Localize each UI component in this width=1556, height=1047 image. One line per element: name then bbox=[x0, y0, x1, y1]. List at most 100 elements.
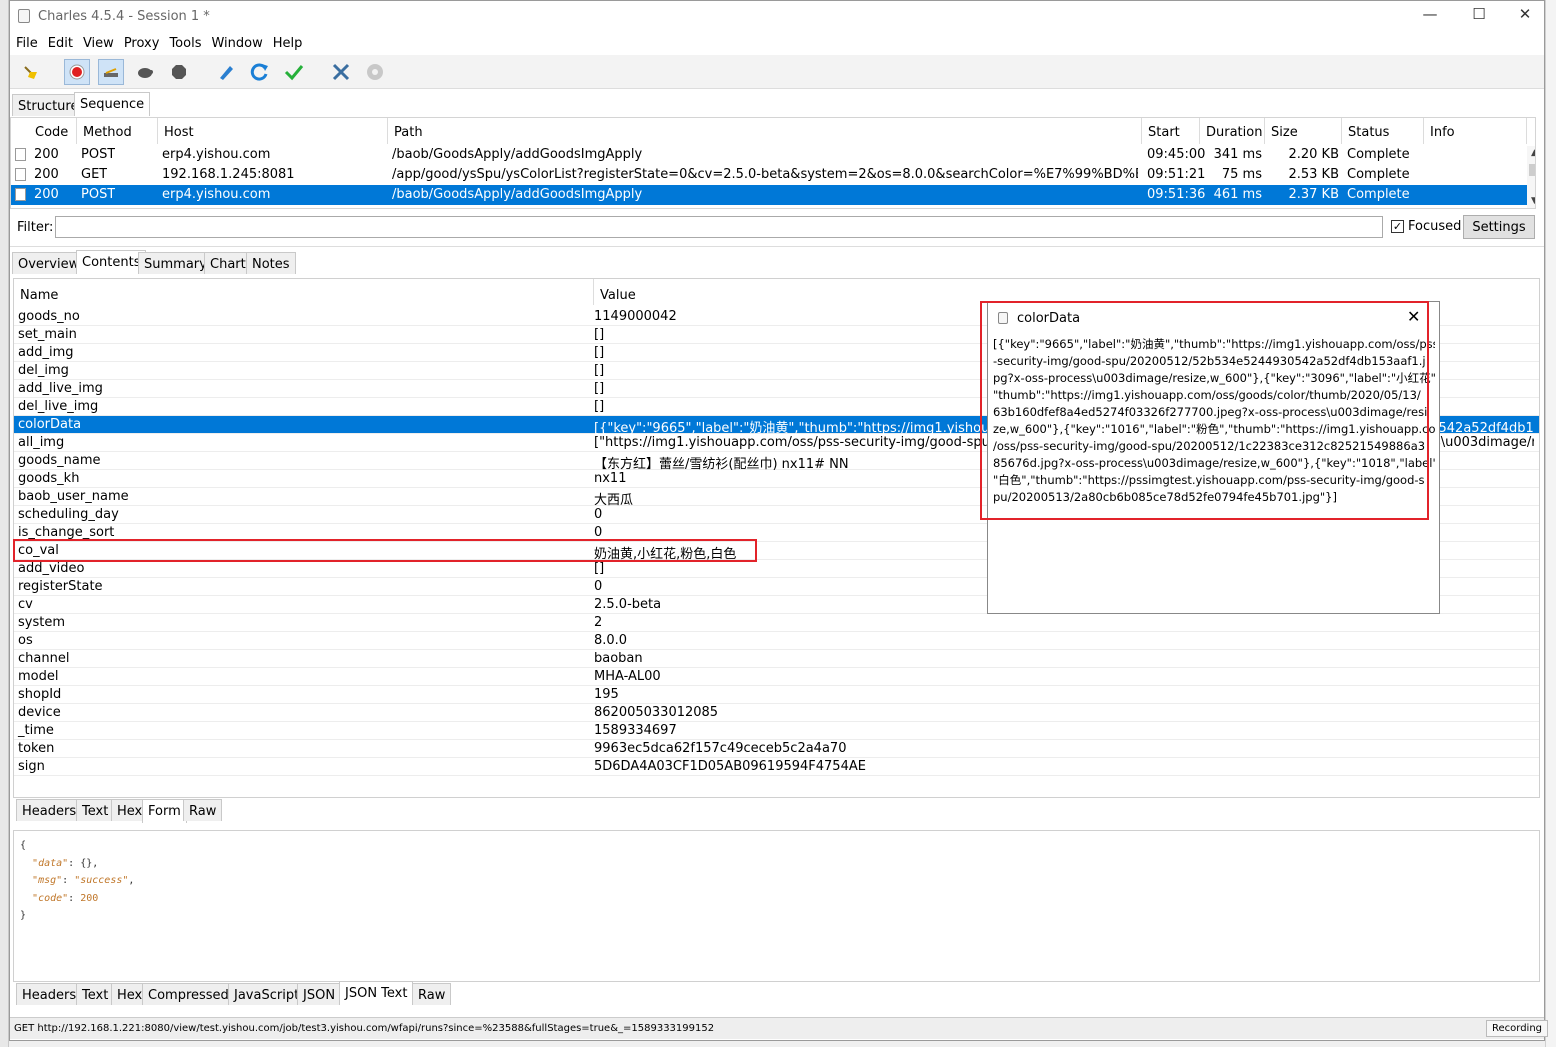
close-window-icon[interactable]: ✕ bbox=[1505, 5, 1545, 27]
menu-view[interactable]: View bbox=[77, 33, 118, 51]
col-info[interactable]: Info bbox=[1424, 118, 1527, 144]
row-size: 2.37 KB bbox=[1288, 187, 1339, 202]
resp-tab-json[interactable]: JSON bbox=[297, 983, 342, 1005]
tab-overview[interactable]: Overview bbox=[12, 252, 86, 274]
recording-indicator[interactable]: Recording bbox=[1486, 1020, 1549, 1037]
scroll-up-icon[interactable]: ▲ bbox=[1531, 148, 1535, 158]
resp-tab-javascript[interactable]: JavaScript bbox=[228, 983, 306, 1005]
row-host: erp4.yishou.com bbox=[162, 187, 271, 202]
table-row[interactable]: 200 POST erp4.yishou.com /baob/GoodsAppl… bbox=[11, 145, 1527, 165]
menu-help[interactable]: Help bbox=[267, 33, 307, 51]
tab-summary[interactable]: Summary bbox=[138, 252, 213, 274]
form-row-name: del_img bbox=[18, 363, 69, 378]
form-row-value: 195 bbox=[594, 687, 619, 702]
table-row-selected[interactable]: 200 POST erp4.yishou.com /baob/GoodsAppl… bbox=[11, 185, 1527, 205]
menu-proxy[interactable]: Proxy bbox=[118, 33, 164, 51]
broom-icon[interactable] bbox=[18, 59, 44, 85]
scroll-thumb[interactable] bbox=[1529, 164, 1535, 176]
req-tab-headers[interactable]: Headers bbox=[16, 799, 83, 821]
tools-icon[interactable] bbox=[328, 59, 354, 85]
resp-tab-compressed[interactable]: Compressed bbox=[142, 983, 235, 1005]
col-path[interactable]: Path bbox=[388, 118, 1142, 144]
row-duration: 341 ms bbox=[1213, 147, 1262, 162]
request-icon bbox=[15, 188, 26, 201]
form-row-value: 5D6DA4A03CF1D05AB09619594F4754AE bbox=[594, 759, 866, 774]
form-row-name: add_video bbox=[18, 561, 85, 576]
form-row-name: all_img bbox=[18, 435, 65, 450]
form-value-header[interactable]: Value bbox=[594, 279, 636, 305]
col-duration[interactable]: Duration bbox=[1200, 118, 1265, 144]
minimize-icon[interactable]: — bbox=[1410, 5, 1450, 27]
form-row-value: 2 bbox=[594, 615, 603, 630]
menu-window[interactable]: Window bbox=[205, 33, 266, 51]
col-start[interactable]: Start bbox=[1142, 118, 1200, 144]
col-status[interactable]: Status bbox=[1342, 118, 1424, 144]
menu-edit[interactable]: Edit bbox=[42, 33, 77, 51]
row-status: Complete bbox=[1347, 187, 1410, 202]
filter-input[interactable] bbox=[55, 216, 1383, 238]
throttle-icon[interactable] bbox=[98, 59, 124, 85]
form-row[interactable]: device 862005033012085 bbox=[14, 704, 1539, 722]
focused-checkbox[interactable]: ✓ bbox=[1391, 220, 1404, 233]
status-text: GET http://192.168.1.221:8080/view/test.… bbox=[14, 1023, 715, 1034]
req-tab-raw[interactable]: Raw bbox=[183, 799, 223, 821]
resp-tab-raw[interactable]: Raw bbox=[412, 983, 452, 1005]
col-code[interactable]: Code bbox=[29, 118, 77, 144]
row-start: 09:45:00 bbox=[1147, 147, 1206, 162]
filter-bar: Filter: ✓ Focused Settings bbox=[10, 213, 1544, 241]
tab-sequence[interactable]: Sequence bbox=[74, 92, 151, 116]
form-row-name: goods_kh bbox=[18, 471, 80, 486]
window-title: Charles 4.5.4 - Session 1 * bbox=[38, 9, 210, 24]
req-tab-text[interactable]: Text bbox=[76, 799, 115, 821]
col-host[interactable]: Host bbox=[158, 118, 388, 144]
stop-icon[interactable] bbox=[166, 59, 192, 85]
menu-tools[interactable]: Tools bbox=[163, 33, 205, 51]
title-bar[interactable]: Charles 4.5.4 - Session 1 * — ☐ ✕ bbox=[10, 1, 1544, 33]
form-row[interactable]: token 9963ec5dca62f157c49ceceb5c2a4a70 bbox=[14, 740, 1539, 758]
turtle-icon[interactable] bbox=[132, 59, 158, 85]
pen-icon[interactable] bbox=[213, 59, 239, 85]
response-json-view[interactable]: { "data": {}, "msg": "success", "code": … bbox=[13, 830, 1540, 982]
menu-file[interactable]: File bbox=[10, 33, 42, 51]
form-row[interactable]: sign 5D6DA4A03CF1D05AB09619594F4754AE bbox=[14, 758, 1539, 776]
form-row[interactable]: system 2 bbox=[14, 614, 1539, 632]
resp-tab-headers[interactable]: Headers bbox=[16, 983, 83, 1005]
table-row[interactable]: 200 GET 192.168.1.245:8081 /app/good/ysS… bbox=[11, 165, 1527, 185]
check-icon[interactable] bbox=[281, 59, 307, 85]
settings-button[interactable]: Settings bbox=[1463, 215, 1535, 239]
form-row-name: goods_no bbox=[18, 309, 80, 324]
req-tab-form[interactable]: Form bbox=[142, 799, 187, 823]
row-status: Complete bbox=[1347, 147, 1410, 162]
form-row[interactable]: shopId 195 bbox=[14, 686, 1539, 704]
col-method[interactable]: Method bbox=[77, 118, 158, 144]
refresh-icon[interactable] bbox=[247, 59, 273, 85]
tab-chart[interactable]: Chart bbox=[204, 252, 252, 274]
form-row-name: scheduling_day bbox=[18, 507, 119, 522]
tab-contents[interactable]: Contents bbox=[76, 250, 147, 274]
splitter[interactable] bbox=[10, 246, 1544, 247]
settings-gear-icon[interactable] bbox=[362, 59, 388, 85]
col-size[interactable]: Size bbox=[1265, 118, 1342, 144]
form-row-name: del_live_img bbox=[18, 399, 99, 414]
resp-tab-json-text[interactable]: JSON Text bbox=[339, 981, 414, 1005]
form-row-name: sign bbox=[18, 759, 45, 774]
row-path: /baob/GoodsApply/addGoodsImgApply bbox=[392, 187, 643, 202]
form-row[interactable]: os 8.0.0 bbox=[14, 632, 1539, 650]
form-row[interactable]: channel baoban bbox=[14, 650, 1539, 668]
form-row-name: os bbox=[18, 633, 33, 648]
maximize-icon[interactable]: ☐ bbox=[1459, 5, 1499, 27]
tab-notes[interactable]: Notes bbox=[246, 252, 296, 274]
menu-bar: File Edit View Proxy Tools Window Help bbox=[10, 33, 1544, 55]
form-row-name: shopId bbox=[18, 687, 62, 702]
form-name-header[interactable]: Name bbox=[14, 279, 594, 305]
resp-tab-text[interactable]: Text bbox=[76, 983, 115, 1005]
form-row-name: colorData bbox=[18, 417, 82, 432]
scroll-down-icon[interactable]: ▼ bbox=[1531, 196, 1535, 206]
record-icon[interactable] bbox=[64, 59, 90, 85]
sequence-scrollbar[interactable]: ▲ ▼ bbox=[1527, 146, 1535, 208]
form-row[interactable]: model MHA-AL00 bbox=[14, 668, 1539, 686]
form-row[interactable]: _time 1589334697 bbox=[14, 722, 1539, 740]
form-row-name: system bbox=[18, 615, 65, 630]
form-row-name: model bbox=[18, 669, 59, 684]
json-open-brace: { bbox=[20, 840, 27, 851]
